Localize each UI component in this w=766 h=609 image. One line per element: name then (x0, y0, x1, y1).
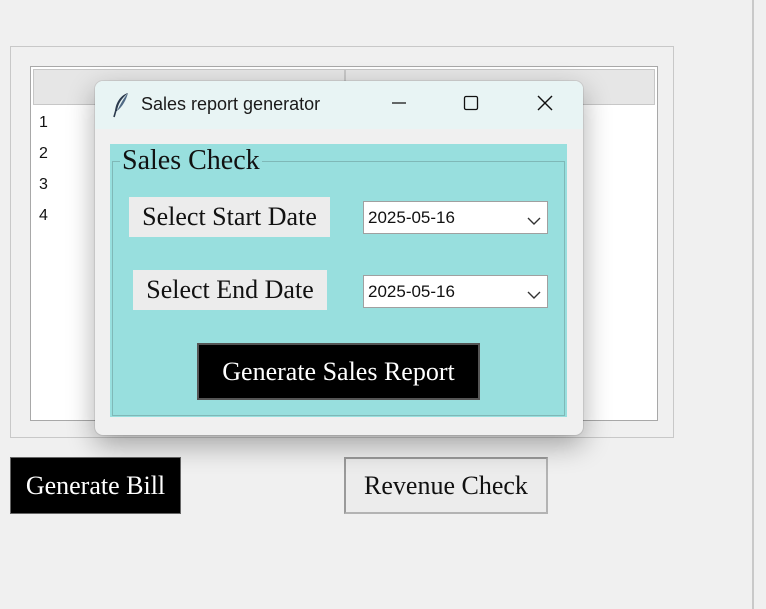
minimize-button[interactable] (363, 81, 435, 129)
table-row[interactable]: 4 (39, 207, 48, 225)
end-date-label: Select End Date (133, 270, 327, 310)
window-right-border (752, 0, 754, 609)
maximize-button[interactable] (435, 81, 507, 129)
generate-sales-report-button[interactable]: Generate Sales Report (197, 343, 480, 400)
revenue-check-button[interactable]: Revenue Check (344, 457, 548, 514)
maximize-icon (463, 95, 479, 115)
feather-icon (111, 92, 133, 118)
sales-report-dialog: Sales report generator Sales Check Selec… (95, 81, 583, 435)
minimize-icon (391, 95, 407, 115)
table-row[interactable]: 2 (39, 145, 48, 163)
sales-check-panel: Sales Check Select Start Date 2025-05-16… (110, 144, 567, 417)
end-date-value: 2025-05-16 (368, 282, 455, 301)
sales-check-legend: Sales Check (120, 145, 262, 176)
start-date-picker[interactable]: 2025-05-16 (363, 201, 548, 234)
start-date-value: 2025-05-16 (368, 208, 455, 227)
end-date-picker[interactable]: 2025-05-16 (363, 275, 548, 308)
close-button[interactable] (509, 81, 581, 129)
chevron-down-icon[interactable] (527, 286, 541, 299)
table-row[interactable]: 1 (39, 114, 48, 132)
chevron-down-icon[interactable] (527, 212, 541, 225)
dialog-title: Sales report generator (141, 94, 321, 114)
close-icon (537, 95, 553, 115)
generate-bill-button[interactable]: Generate Bill (10, 457, 181, 514)
table-row[interactable]: 3 (39, 176, 48, 194)
dialog-titlebar[interactable]: Sales report generator (95, 81, 583, 129)
start-date-label: Select Start Date (129, 197, 330, 237)
